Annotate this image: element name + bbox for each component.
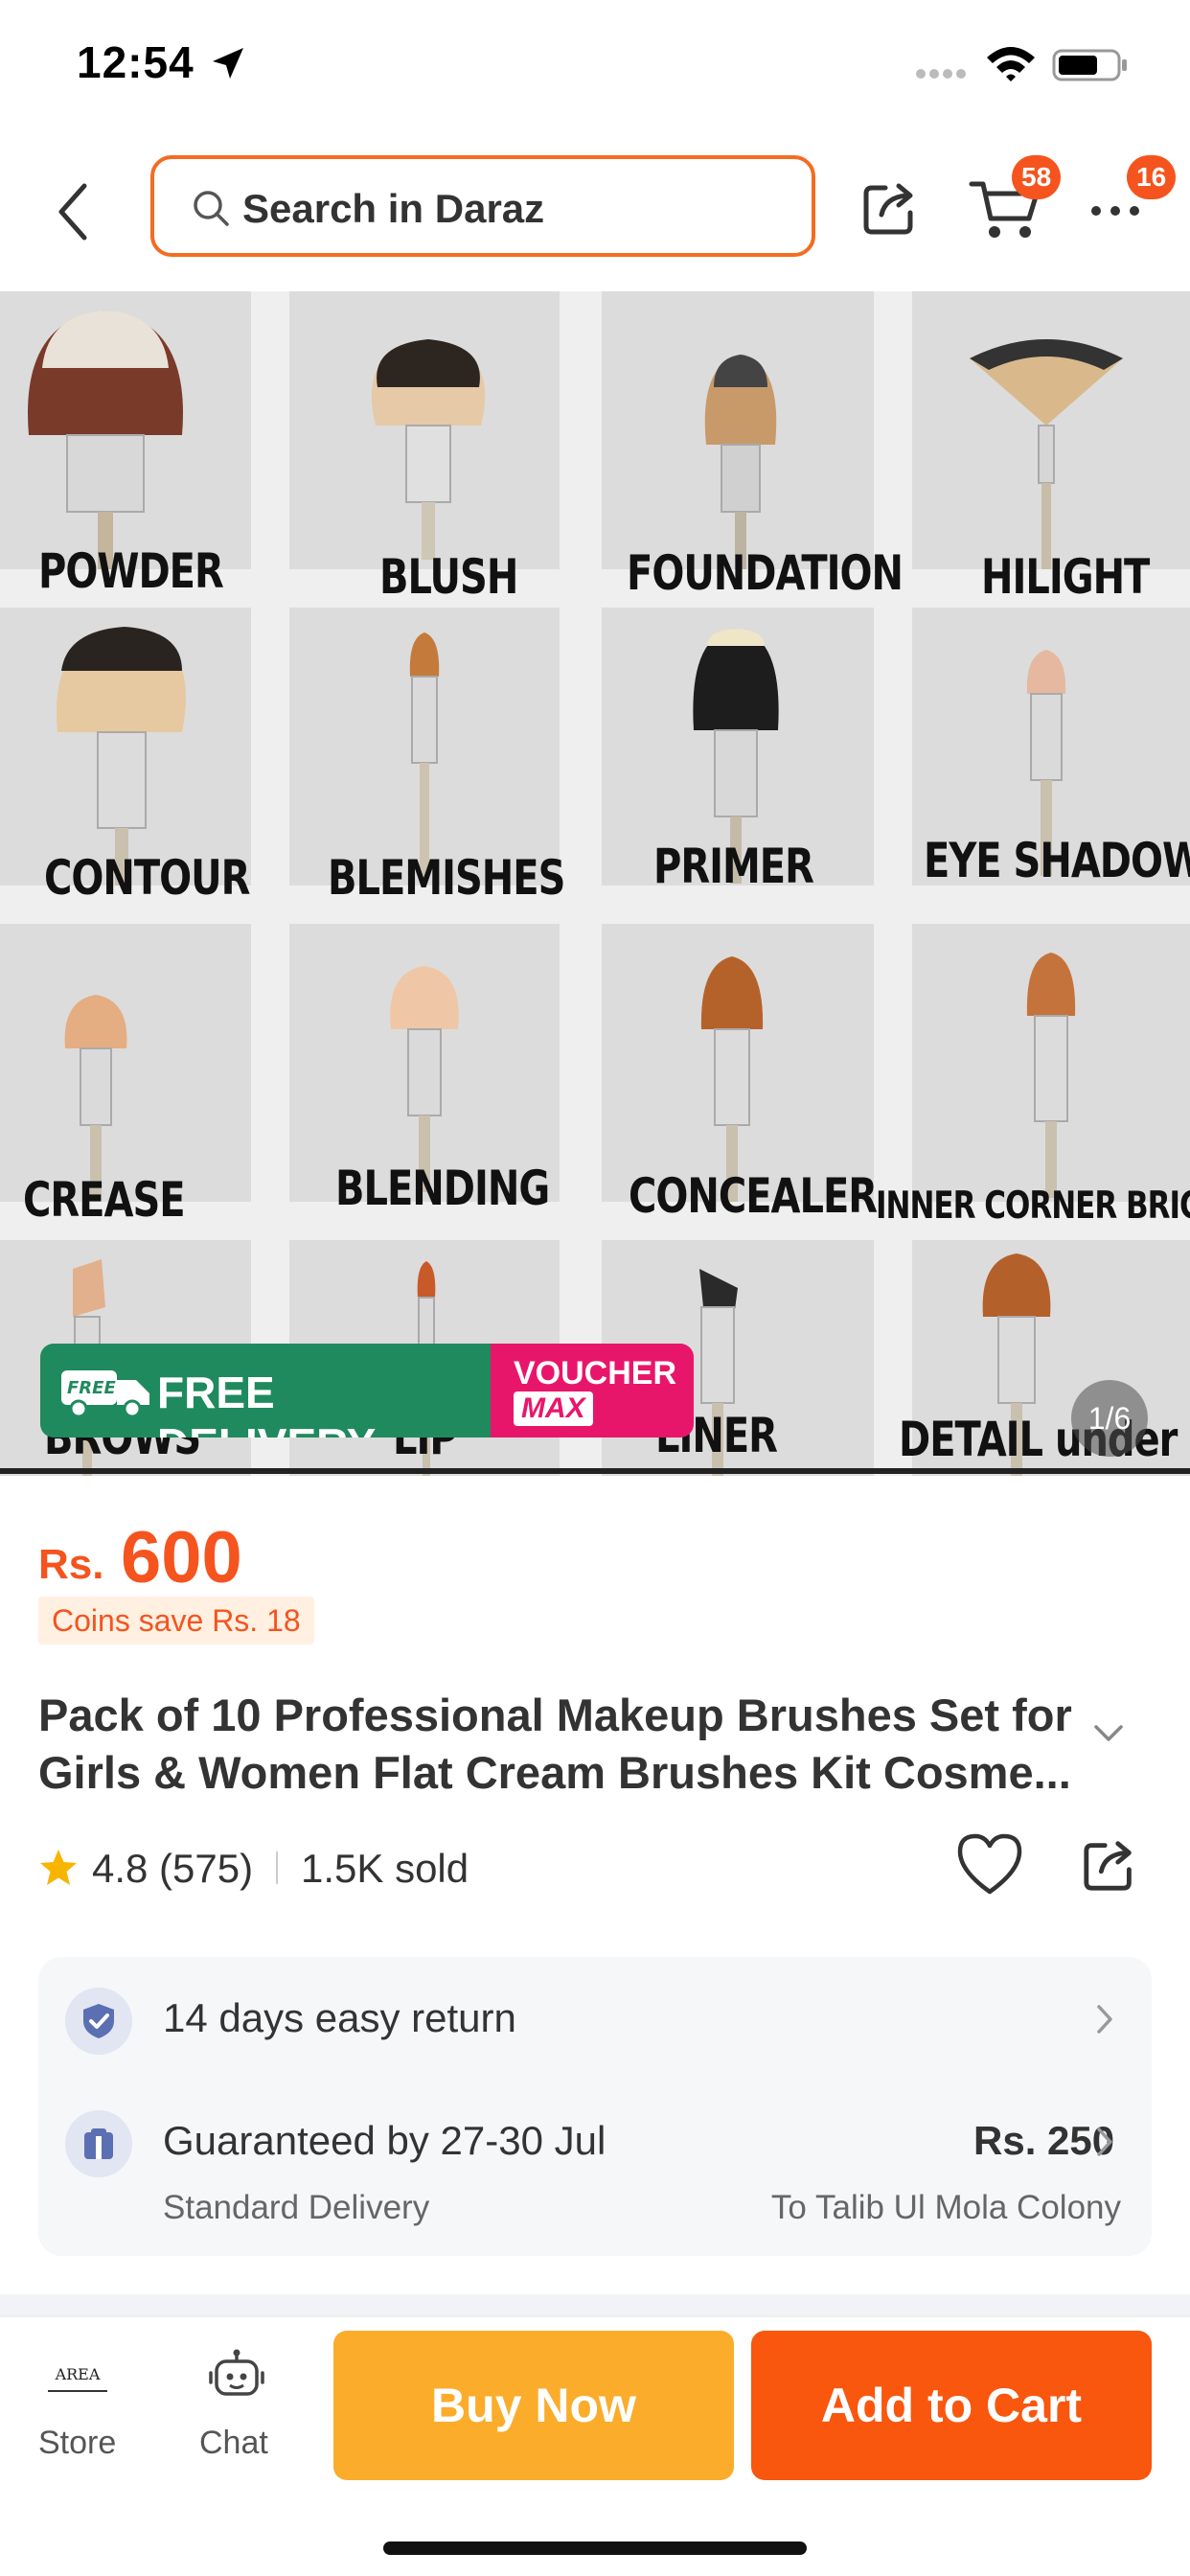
wifi-icon (987, 47, 1035, 81)
add-to-cart-button[interactable]: Add to Cart (751, 2331, 1152, 2480)
home-indicator[interactable] (383, 2542, 807, 2555)
search-icon (194, 191, 229, 226)
store-button[interactable]: Store (38, 2425, 116, 2462)
rating-value[interactable]: 4.8 (575) (92, 1846, 253, 1892)
back-arrow-icon[interactable] (50, 178, 98, 245)
brush-label: CREASE (23, 1173, 186, 1229)
brush-image (602, 291, 874, 569)
brush-image (912, 291, 1190, 569)
image-counter: 1/6 (1071, 1380, 1148, 1457)
service-info-card: 14 days easy return Guaranteed by 27-30 … (38, 1957, 1152, 2256)
shield-check-icon (83, 2004, 114, 2038)
chat-button[interactable]: Chat (199, 2425, 268, 2462)
notification-badge: 16 (1127, 155, 1177, 199)
brush-label: PRIMER (653, 840, 814, 895)
voucher-max-text: MAX (514, 1392, 593, 1426)
brush-image (289, 291, 560, 569)
cellular-signal-icon (916, 69, 966, 79)
contour-brush-icon (56, 627, 186, 886)
search-input[interactable]: Search in Daraz (150, 155, 815, 257)
brush-image (912, 924, 1190, 1202)
product-title[interactable]: Pack of 10 Professional Makeup Brushes S… (38, 1687, 1073, 1802)
inner-corner-brush-icon (1026, 953, 1076, 1198)
gallery-divider (0, 1468, 1190, 1474)
brush-label: CONTOUR (44, 851, 250, 907)
price-currency: Rs. (38, 1541, 104, 1588)
brush-label: INNER CORNER BRIGHTEN (876, 1184, 1190, 1228)
bottom-action-bar: AREA Store Chat Buy Now Add to Cart (0, 2315, 1190, 2576)
heart-icon[interactable] (954, 1830, 1025, 1898)
promo-banner: FREE FREE DELIVERY VOUCHER MAX (40, 1344, 694, 1438)
location-arrow-icon (213, 48, 243, 79)
blush-brush-icon (371, 339, 486, 560)
chevron-right-icon[interactable] (1094, 2003, 1115, 2036)
fan-brush-icon (970, 339, 1123, 569)
search-placeholder: Search in Daraz (242, 186, 545, 231)
delivery-guarantee-text[interactable]: Guaranteed by 27-30 Jul (163, 2118, 606, 2164)
delivery-icon-wrap (65, 2110, 132, 2177)
battery-icon (1052, 49, 1127, 81)
delivery-type-text: Standard Delivery (163, 2189, 430, 2226)
delivery-destination[interactable]: To Talib Ul Mola Colony (771, 2189, 1121, 2227)
brush-label: HILIGHT (981, 550, 1150, 606)
cart-badge: 58 (1012, 155, 1062, 199)
brush-label: FOUNDATION (627, 546, 904, 602)
delivery-truck-icon: FREE (61, 1370, 149, 1418)
brush-label: BLUSH (379, 550, 518, 606)
coins-save-badge: Coins save Rs. 18 (38, 1597, 314, 1644)
section-divider (0, 2294, 1190, 2315)
chat-robot-icon[interactable] (207, 2348, 266, 2407)
share-icon[interactable] (1081, 1834, 1140, 1894)
store-logo-icon[interactable]: AREA (48, 2363, 107, 2392)
chevron-down-icon[interactable] (1092, 1723, 1125, 1744)
free-delivery-tag: FREE FREE DELIVERY (40, 1344, 491, 1438)
status-time: 12:54 (77, 37, 195, 87)
star-icon (40, 1850, 77, 1885)
product-price: 600 (121, 1517, 242, 1598)
easy-return-text[interactable]: 14 days easy return (163, 1995, 516, 2041)
chevron-right-icon[interactable] (1094, 2126, 1115, 2158)
concealer-brush-icon (700, 956, 764, 1202)
divider (276, 1852, 278, 1884)
crease-brush-icon (64, 995, 127, 1202)
voucher-text: VOUCHER (514, 1355, 677, 1392)
powder-brush-icon (28, 310, 183, 569)
more-options-icon[interactable] (1088, 201, 1142, 220)
voucher-max-tag: VOUCHER MAX (491, 1344, 694, 1438)
free-delivery-text: FREE DELIVERY (157, 1368, 376, 1438)
brush-label: EYE SHADOW (924, 834, 1190, 889)
free-tag-text: FREE (67, 1378, 116, 1398)
top-header: Search in Daraz 58 16 (0, 134, 1190, 288)
sold-count: 1.5K sold (301, 1846, 469, 1891)
status-bar: 12:54 (0, 0, 1190, 134)
blemishes-brush-icon (409, 632, 440, 878)
product-image-gallery[interactable]: POWDER BLUSH FOUNDATION HILIGHT CONTOUR … (0, 291, 1190, 1476)
brush-label: BLEMISHES (328, 851, 565, 907)
brush-image (289, 608, 560, 886)
brush-label: BLENDING (335, 1162, 550, 1217)
buy-now-button[interactable]: Buy Now (333, 2331, 734, 2480)
brush-label: CONCEALER (629, 1169, 878, 1225)
return-icon-wrap (65, 1988, 132, 2055)
brush-image (0, 608, 251, 886)
foundation-brush-icon (704, 355, 777, 569)
brush-label: POWDER (38, 544, 224, 600)
brush-image (0, 291, 251, 569)
blending-brush-icon (390, 966, 459, 1192)
package-icon (84, 2128, 113, 2159)
brush-image (0, 924, 251, 1202)
brush-image (289, 924, 560, 1202)
brush-image (602, 924, 874, 1202)
share-icon[interactable] (860, 176, 922, 238)
